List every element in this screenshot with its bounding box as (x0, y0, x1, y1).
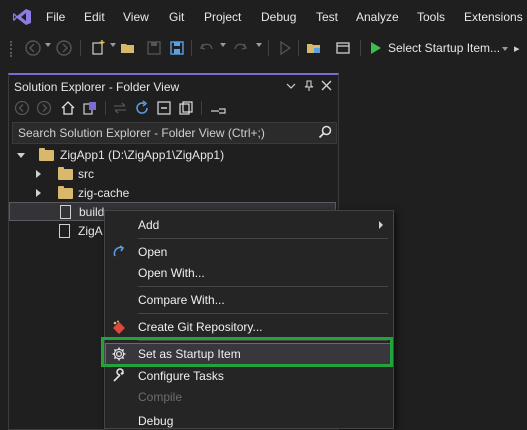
folder-view-icon[interactable] (305, 39, 323, 57)
chevron-down-icon[interactable] (45, 43, 51, 47)
overflow-icon[interactable]: ▸ (514, 42, 520, 55)
new-item-icon[interactable] (90, 39, 108, 57)
redo-icon[interactable] (231, 39, 249, 57)
menu-separator (138, 313, 388, 314)
submenu-arrow-icon (379, 221, 383, 229)
pin-icon[interactable] (304, 80, 314, 92)
start-debugging-icon[interactable] (276, 39, 294, 57)
close-icon[interactable] (321, 80, 332, 91)
sync-with-document-icon[interactable] (112, 100, 128, 116)
menu-item-compile[interactable]: Compile (105, 386, 393, 408)
tree-item-label: src (78, 167, 94, 181)
chevron-down-icon[interactable] (256, 43, 262, 47)
git-icon (111, 319, 127, 335)
tree-item-label: ZigApp1 (D:\ZigApp1\ZigApp1) (60, 148, 225, 162)
menu-item-label: Open With... (138, 266, 205, 280)
collapsed-chevron-icon[interactable] (36, 170, 41, 178)
menu-item-add[interactable]: Add (105, 214, 393, 236)
menu-item-label: Debug (138, 414, 174, 428)
show-all-files-icon[interactable] (178, 100, 194, 116)
open-folder-icon[interactable] (119, 39, 137, 57)
context-menu: Add Open Open With... Compare With... Cr… (104, 210, 394, 429)
panel-title: Solution Explorer - Folder View (14, 80, 180, 94)
menu-tools[interactable]: Tools (417, 10, 445, 24)
menu-file[interactable]: File (46, 10, 65, 24)
open-arrow-icon (111, 244, 127, 260)
toolbar-separator (268, 40, 269, 56)
navigate-forward-icon[interactable] (55, 39, 73, 57)
menu-item-configure-tasks[interactable]: Configure Tasks (105, 365, 393, 387)
tree-item-src[interactable]: src (9, 165, 336, 184)
startup-dropdown-icon[interactable] (502, 47, 508, 51)
menu-item-open[interactable]: Open (105, 241, 393, 263)
menu-item-label: Configure Tasks (138, 369, 224, 383)
collapsed-chevron-icon[interactable] (36, 189, 41, 197)
menu-analyze[interactable]: Analyze (356, 10, 399, 24)
properties-wrench-icon[interactable] (209, 100, 227, 116)
folder-icon (39, 148, 54, 161)
search-placeholder: Search Solution Explorer - Folder View (… (18, 126, 265, 140)
menu-item-create-git-repository[interactable]: Create Git Repository... (105, 316, 393, 338)
undo-icon[interactable] (198, 39, 216, 57)
menu-test[interactable]: Test (316, 10, 338, 24)
switch-views-icon[interactable] (82, 100, 98, 116)
menu-bar: File Edit View Git Project Debug Test An… (0, 0, 527, 34)
window-position-dropdown-icon[interactable] (286, 81, 296, 91)
menu-item-open-with[interactable]: Open With... (105, 262, 393, 284)
chevron-down-icon[interactable] (220, 43, 226, 47)
toolbar-separator (105, 101, 106, 115)
menu-edit[interactable]: Edit (84, 10, 105, 24)
folder-icon (58, 186, 73, 199)
menu-separator (138, 286, 388, 287)
toolbar-separator (201, 101, 202, 115)
menu-project[interactable]: Project (204, 10, 241, 24)
refresh-icon[interactable] (134, 100, 150, 116)
save-all-icon[interactable] (168, 39, 186, 57)
select-startup-item-button[interactable]: Select Startup Item... (388, 41, 500, 55)
wrench-icon (111, 368, 127, 384)
forward-icon[interactable] (36, 100, 52, 116)
search-icon (318, 125, 332, 139)
visual-studio-logo-icon (12, 8, 32, 26)
menu-item-label: Open (138, 245, 168, 259)
menu-view[interactable]: View (123, 10, 149, 24)
expanded-chevron-icon[interactable] (17, 153, 25, 158)
navigate-back-icon[interactable] (24, 39, 42, 57)
back-icon[interactable] (14, 100, 30, 116)
chevron-down-icon[interactable] (110, 43, 116, 47)
menu-separator (138, 238, 388, 239)
annotation-highlight-box (101, 337, 393, 367)
menu-git[interactable]: Git (169, 10, 184, 24)
save-icon[interactable] (145, 39, 163, 57)
browse-window-icon[interactable] (334, 39, 352, 57)
menu-item-compare-with[interactable]: Compare With... (105, 289, 393, 311)
menu-item-label: Compare With... (138, 293, 225, 307)
file-icon (60, 205, 71, 219)
tree-item-label: build (79, 205, 105, 219)
menu-item-label: Create Git Repository... (138, 320, 263, 334)
home-icon[interactable] (60, 100, 76, 116)
menu-item-debug[interactable]: Debug (105, 410, 393, 428)
menu-item-label: Compile (138, 390, 183, 404)
menu-extensions[interactable]: Extensions (464, 10, 523, 24)
search-box[interactable]: Search Solution Explorer - Folder View (… (12, 122, 337, 144)
toolbar-separator (298, 40, 299, 56)
toolbar-grip-icon (10, 41, 16, 57)
run-play-icon[interactable] (367, 39, 385, 57)
toolbar-separator (191, 40, 192, 56)
tree-item-label: ZigA (78, 224, 103, 238)
tree-item-label: zig-cache (78, 186, 130, 200)
menu-item-label: Add (138, 218, 160, 232)
file-icon (59, 224, 70, 238)
toolbar-separator (360, 40, 361, 56)
toolbar: Select Startup Item... ▸ (0, 34, 527, 62)
toolbar-separator (80, 40, 81, 56)
tree-item-zig-cache[interactable]: zig-cache (9, 184, 336, 203)
folder-icon (58, 167, 73, 180)
collapse-all-icon[interactable] (156, 100, 172, 116)
menu-debug[interactable]: Debug (261, 10, 296, 24)
tree-item-zigapp1[interactable]: ZigApp1 (D:\ZigApp1\ZigApp1) (9, 146, 336, 165)
